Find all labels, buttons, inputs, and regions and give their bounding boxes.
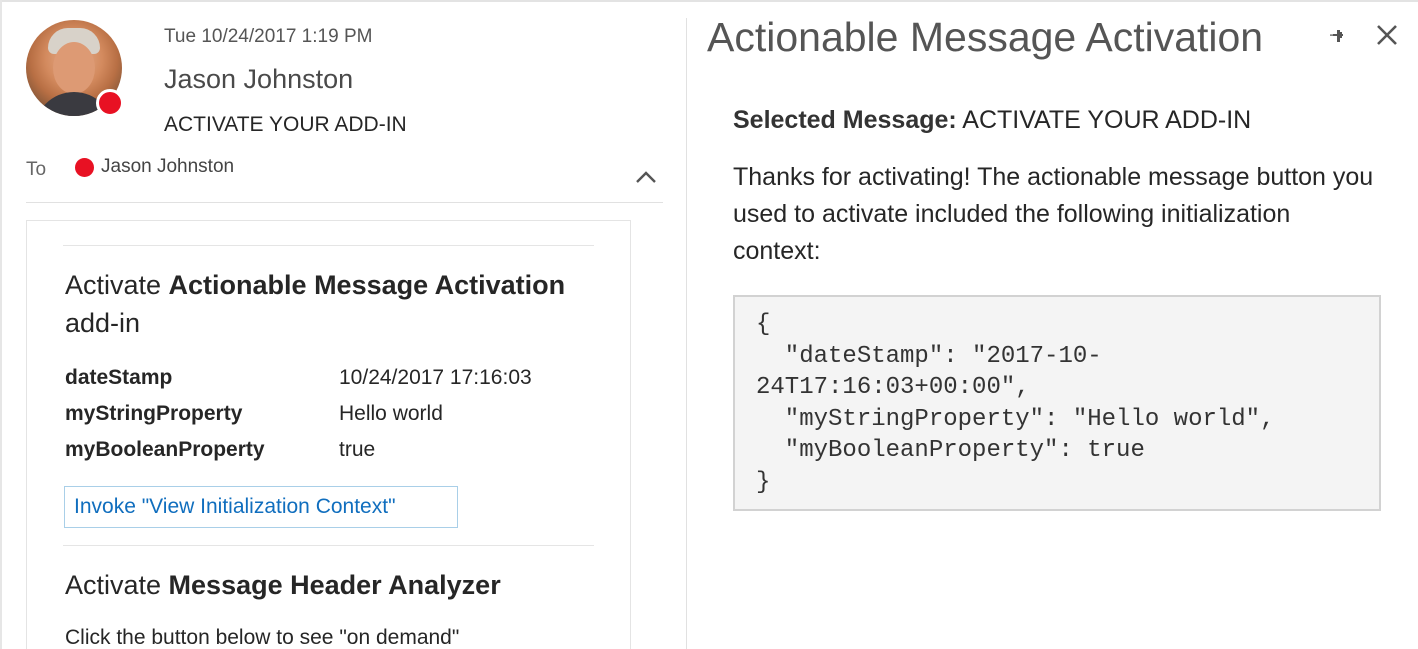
code-line: } xyxy=(756,468,771,496)
section-title-activation: Activate Actionable Message Activation a… xyxy=(65,266,585,342)
selected-message-label: Selected Message: xyxy=(733,106,957,134)
fact-value: 10/24/2017 17:16:03 xyxy=(339,366,532,389)
invoke-view-initialization-context-button[interactable]: Invoke "View Initialization Context" xyxy=(64,486,458,528)
activation-description: Thanks for activating! The actionable me… xyxy=(733,163,1374,265)
card-separator xyxy=(63,545,594,546)
title-prefix: Activate xyxy=(65,270,169,300)
code-line: "dateStamp": "2017-10- xyxy=(756,342,1102,370)
message-subject: ACTIVATE YOUR ADD-IN xyxy=(164,113,407,136)
code-line: { xyxy=(756,311,771,338)
section-title-header-analyzer: Activate Message Header Analyzer xyxy=(65,566,585,604)
presence-busy-icon xyxy=(96,89,124,117)
window-left-border xyxy=(0,0,2,649)
code-line: 24T17:16:03+00:00", xyxy=(756,374,1030,401)
avatar-face xyxy=(53,42,95,94)
recipient-presence-icon xyxy=(75,158,94,177)
pane-divider xyxy=(686,18,687,649)
recipient-to-label: To xyxy=(26,159,47,180)
title-bold: Actionable Message Activation xyxy=(168,270,566,300)
fact-name: dateStamp xyxy=(65,366,173,389)
title-prefix: Activate xyxy=(65,570,169,600)
selected-message-value: ACTIVATE YOUR ADD-IN xyxy=(962,106,1252,134)
pin-icon[interactable] xyxy=(1328,27,1348,47)
card-separator xyxy=(63,245,594,246)
chevron-up-icon[interactable] xyxy=(633,164,659,190)
close-icon[interactable] xyxy=(1375,23,1399,47)
task-pane-title: Actionable Message Activation xyxy=(707,14,1264,60)
recipient-name[interactable]: Jason Johnston xyxy=(101,156,234,178)
fact-value: Hello world xyxy=(339,402,443,425)
section-body-text: Click the button below to see "on demand… xyxy=(65,626,460,649)
initialization-context-json: { "dateStamp": "2017-10- 24T17:16:03+00:0… xyxy=(756,309,1274,498)
title-bold: Message Header Analyzer xyxy=(168,570,501,600)
fact-name: myStringProperty xyxy=(65,402,243,425)
window-top-border xyxy=(0,0,1418,2)
message-sender[interactable]: Jason Johnston xyxy=(164,64,353,95)
fact-value: true xyxy=(339,438,376,461)
header-divider xyxy=(26,202,663,203)
fact-name: myBooleanProperty xyxy=(65,438,265,461)
code-line: "myStringProperty": "Hello world", xyxy=(756,405,1275,433)
selected-message-line: Selected Message: ACTIVATE YOUR ADD-IN xyxy=(733,106,1251,135)
code-line: "myBooleanProperty": true xyxy=(756,437,1145,464)
message-date: Tue 10/24/2017 1:19 PM xyxy=(164,26,373,47)
title-suffix: add-in xyxy=(65,308,141,338)
